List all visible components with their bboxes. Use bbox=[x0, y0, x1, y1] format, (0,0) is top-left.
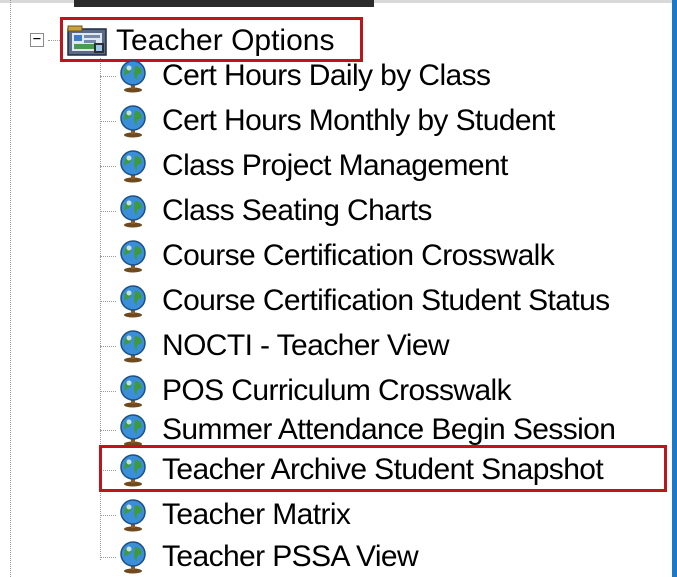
tree-connector bbox=[100, 515, 116, 516]
tree-item-cert-hours-monthly[interactable]: Cert Hours Monthly by Student bbox=[100, 101, 660, 141]
tree-connector bbox=[100, 166, 116, 167]
collapse-toggle[interactable]: − bbox=[30, 32, 44, 47]
tree-item-label: Cert Hours Monthly by Student bbox=[162, 104, 555, 137]
globe-icon bbox=[120, 285, 146, 318]
tree-connector bbox=[100, 211, 116, 212]
tree-connector bbox=[100, 557, 116, 558]
tree-item-label: Course Certification Crosswalk bbox=[162, 239, 555, 272]
tree-item-label: Teacher PSSA View bbox=[162, 540, 419, 573]
tree-item-label: POS Curriculum Crosswalk bbox=[162, 374, 512, 407]
window-right-border bbox=[672, 0, 677, 577]
globe-icon bbox=[120, 375, 146, 408]
globe-icon bbox=[120, 414, 146, 447]
tree-item-teacher-pssa-view[interactable]: Teacher PSSA View bbox=[100, 537, 660, 577]
tree-item-label: Teacher Archive Student Snapshot bbox=[162, 453, 604, 486]
globe-icon bbox=[120, 330, 146, 363]
tree-connector bbox=[100, 256, 116, 257]
tree-item-teacher-matrix[interactable]: Teacher Matrix bbox=[100, 495, 660, 535]
globe-icon bbox=[120, 150, 146, 183]
tree-node-label: Teacher Options bbox=[116, 24, 335, 57]
tree-connector bbox=[100, 391, 116, 392]
tree-connector bbox=[100, 346, 116, 347]
tree-item-label: Class Seating Charts bbox=[162, 194, 432, 227]
globe-icon bbox=[120, 454, 146, 487]
tree-item-label: Teacher Matrix bbox=[162, 498, 351, 531]
app-folder-icon bbox=[67, 25, 107, 56]
tree-item-summer-attendance[interactable]: Summer Attendance Begin Session bbox=[100, 410, 660, 450]
partial-toolbar bbox=[74, 0, 374, 7]
tree-item-label: NOCTI - Teacher View bbox=[162, 329, 450, 362]
tree-item-course-certification-crosswalk[interactable]: Course Certification Crosswalk bbox=[100, 236, 660, 276]
tree-connector bbox=[100, 301, 116, 302]
tree-item-label: Cert Hours Daily by Class bbox=[162, 59, 491, 92]
tree-guide-line bbox=[10, 0, 11, 577]
tree-connector bbox=[100, 121, 116, 122]
globe-icon bbox=[120, 240, 146, 273]
globe-icon bbox=[120, 195, 146, 228]
tree-item-label: Summer Attendance Begin Session bbox=[162, 413, 616, 446]
tree-item-cert-hours-daily[interactable]: Cert Hours Daily by Class bbox=[100, 56, 660, 96]
tree-item-teacher-archive-student-snapshot[interactable]: Teacher Archive Student Snapshot bbox=[100, 450, 660, 490]
tree-item-pos-curriculum-crosswalk[interactable]: POS Curriculum Crosswalk bbox=[100, 371, 660, 411]
tree-connector bbox=[100, 470, 116, 471]
globe-icon bbox=[120, 499, 146, 532]
tree-item-label: Class Project Management bbox=[162, 149, 508, 182]
tree-item-class-project-management[interactable]: Class Project Management bbox=[100, 146, 660, 186]
tree-connector bbox=[100, 76, 116, 77]
globe-icon bbox=[120, 541, 146, 574]
tree-connector bbox=[100, 430, 116, 431]
globe-icon bbox=[120, 105, 146, 138]
tree-item-class-seating-charts[interactable]: Class Seating Charts bbox=[100, 191, 660, 231]
tree-item-label: Course Certification Student Status bbox=[162, 284, 610, 317]
globe-icon bbox=[120, 60, 146, 93]
tree-item-nocti-teacher-view[interactable]: NOCTI - Teacher View bbox=[100, 326, 660, 366]
tree-item-course-certification-student-status[interactable]: Course Certification Student Status bbox=[100, 281, 660, 321]
